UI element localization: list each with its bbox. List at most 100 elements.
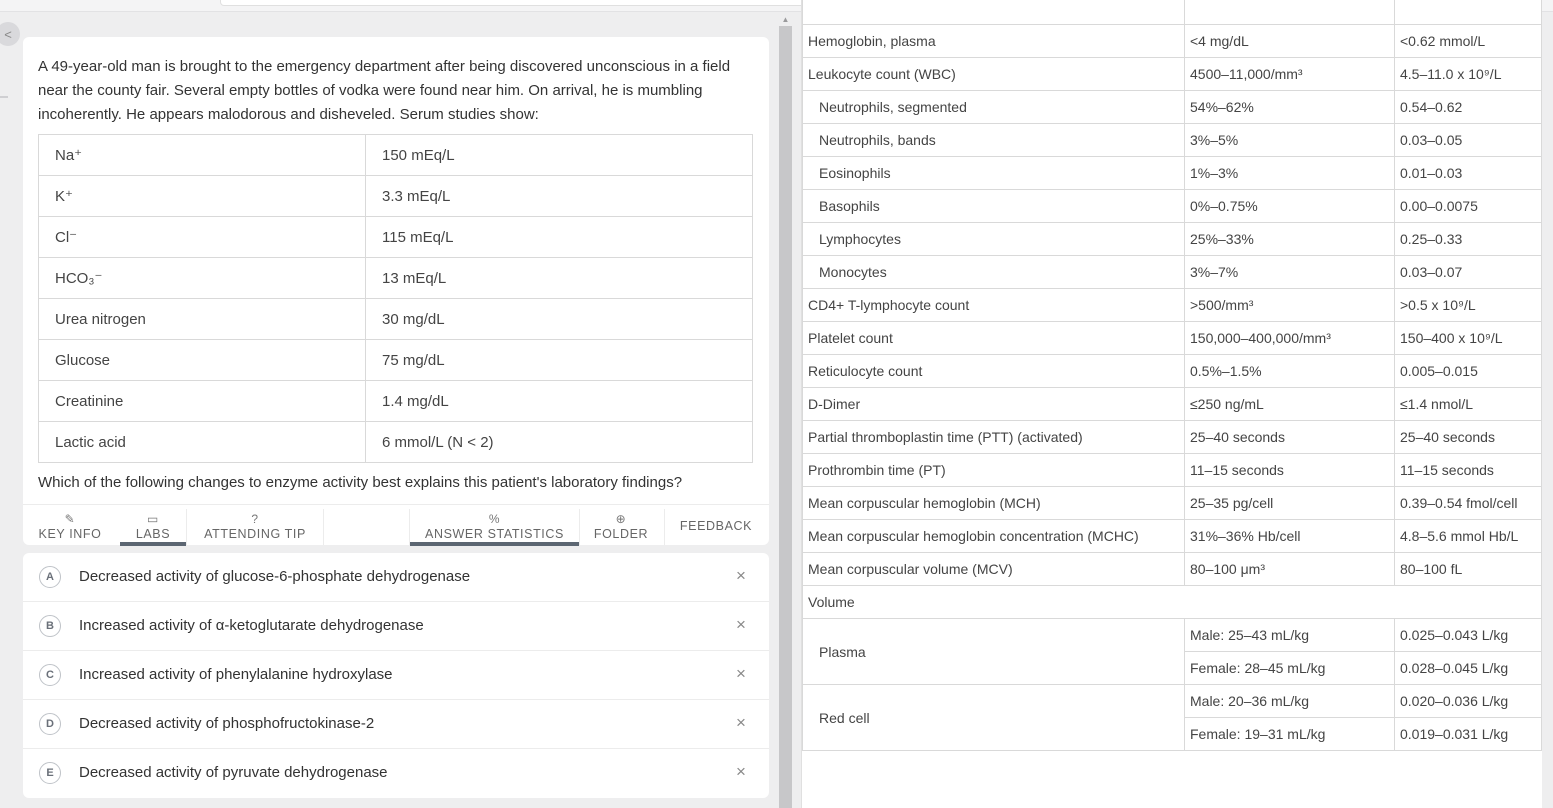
strike-out-icon[interactable]: × <box>736 712 746 734</box>
question-circle-icon: ? <box>251 512 259 526</box>
test-name: Leukocyte count (WBC) <box>802 57 1185 91</box>
table-row: Basophils 0%–0.75% 0.00–0.0075 <box>802 189 1542 223</box>
panel-splitter[interactable] <box>779 18 792 808</box>
lab-value: 1.4 mg/dL <box>365 380 753 422</box>
question-stem: A 49-year-old man is brought to the emer… <box>38 58 731 123</box>
table-row: Reticulocyte count 0.5%–1.5% 0.005–0.015 <box>802 354 1542 388</box>
serum-studies-table: Na⁺ 150 mEq/L K⁺ 3.3 mEq/L Cl⁻ 115 mEq/L HCO₃⁻… <box>38 134 753 463</box>
lab-row: HCO₃⁻ 13 mEq/L <box>38 257 753 299</box>
test-name: Prothrombin time (PT) <box>802 453 1185 487</box>
conventional-range: ≤250 ng/mL <box>1184 387 1395 421</box>
test-name: Lymphocytes <box>802 222 1185 256</box>
feedback-tab[interactable]: FEEDBACK <box>675 505 757 546</box>
test-name: Reticulocyte count <box>802 354 1185 388</box>
answer-choice-e[interactable]: E Decreased activity of pyruvate dehydrog… <box>23 749 769 798</box>
answer-statistics-label: ANSWER STATISTICS <box>425 527 564 541</box>
si-range: 0.005–0.015 <box>1394 354 1542 388</box>
conventional-range: 3%–5% <box>1184 123 1395 157</box>
strike-out-icon[interactable]: × <box>736 663 746 685</box>
lab-name: K⁺ <box>38 175 366 217</box>
section-header: Volume <box>802 585 1542 619</box>
test-name: Mean corpuscular hemoglobin concentratio… <box>802 519 1185 553</box>
test-name: Plasma <box>802 618 1185 685</box>
conventional-range: 54%–62% <box>1184 90 1395 124</box>
test-name: Neutrophils, segmented <box>802 90 1185 124</box>
si-range: 4.8–5.6 mmol Hb/L <box>1394 519 1542 553</box>
si-range: 0.25–0.33 <box>1394 222 1542 256</box>
lab-name: Na⁺ <box>38 134 366 176</box>
attending-tip-tab[interactable]: ? ATTENDING TIP <box>199 505 311 546</box>
answer-text: Decreased activity of phosphofructokinas… <box>79 715 375 732</box>
conventional-range: 25–35 pg/cell <box>1184 486 1395 520</box>
si-range: 0.028–0.045 L/kg <box>1394 651 1542 685</box>
collapse-panel-button[interactable]: < <box>0 22 20 46</box>
answer-letter-badge: D <box>39 713 61 735</box>
conventional-range: 31%–36% Hb/cell <box>1184 519 1395 553</box>
lab-row: Lactic acid 6 mmol/L (N < 2) <box>38 421 753 463</box>
folder-label: FOLDER <box>593 527 649 541</box>
answer-letter-badge: E <box>39 762 61 784</box>
answer-text: Decreased activity of glucose-6-phosphat… <box>79 568 471 585</box>
answer-letter-badge: A <box>39 566 61 588</box>
table-row: Lymphocytes 25%–33% 0.25–0.33 <box>802 222 1542 256</box>
answer-statistics-tab[interactable]: % ANSWER STATISTICS <box>410 505 579 546</box>
test-name: Neutrophils, bands <box>802 123 1185 157</box>
conventional-range: 1%–3% <box>1184 156 1395 190</box>
lab-name: HCO₃⁻ <box>38 257 366 299</box>
scroll-up-arrow-icon[interactable]: ▲ <box>779 14 792 26</box>
table-row: Hemoglobin, plasma <4 mg/dL <0.62 mmol/L <box>802 24 1542 58</box>
lab-row: Urea nitrogen 30 mg/dL <box>38 298 753 340</box>
conventional-range: <4 mg/dL <box>1184 24 1395 58</box>
si-range: 0.025–0.043 L/kg <box>1394 618 1542 652</box>
attending-tip-label: ATTENDING TIP <box>204 527 306 541</box>
test-name: Eosinophils <box>802 156 1185 190</box>
lab-value: 3.3 mEq/L <box>365 175 753 217</box>
conventional-range: 3%–7% <box>1184 255 1395 289</box>
answer-choice-a[interactable]: A Decreased activity of glucose-6-phospha… <box>23 553 769 602</box>
conventional-range: >500/mm³ <box>1184 288 1395 322</box>
lab-name: Creatinine <box>38 380 366 422</box>
answer-choice-d[interactable]: D Decreased activity of phosphofructokina… <box>23 700 769 749</box>
test-name: Partial thromboplastin time (PTT) (activ… <box>802 420 1185 454</box>
clipboard-icon: ▭ <box>147 512 159 526</box>
table-row: Mean corpuscular hemoglobin (MCH) 25–35 p… <box>802 486 1542 520</box>
test-name: Monocytes <box>802 255 1185 289</box>
strike-out-icon[interactable]: × <box>736 565 746 587</box>
strike-out-icon[interactable]: × <box>736 614 746 636</box>
answer-text: Increased activity of α-ketoglutarate de… <box>79 617 424 634</box>
folder-tab[interactable]: ⊕ FOLDER <box>590 505 652 546</box>
answer-choice-b[interactable]: B Increased activity of α-ketoglutarate d… <box>23 602 769 651</box>
answer-choices: A Decreased activity of glucose-6-phospha… <box>23 553 769 798</box>
conventional-range: 150,000–400,000/mm³ <box>1184 321 1395 355</box>
test-name: Red cell <box>802 684 1185 751</box>
strike-out-icon[interactable]: × <box>736 761 746 783</box>
si-range: 0.03–0.07 <box>1394 255 1542 289</box>
lab-row: K⁺ 3.3 mEq/L <box>38 175 753 217</box>
conventional-range: Female: 19–31 mL/kg <box>1184 717 1395 751</box>
labs-tab[interactable]: ▭ LABS <box>120 505 186 546</box>
conventional-range: 25%–33% <box>1184 222 1395 256</box>
table-row: Monocytes 3%–7% 0.03–0.07 <box>802 255 1542 289</box>
lab-value: 115 mEq/L <box>365 216 753 258</box>
conventional-range: Male: 25–43 mL/kg <box>1184 618 1395 652</box>
lab-value: 30 mg/dL <box>365 298 753 340</box>
table-row: Mean corpuscular volume (MCV) 80–100 μm³ 8… <box>802 552 1542 586</box>
si-range: 80–100 fL <box>1394 552 1542 586</box>
key-info-tab[interactable]: ✎ KEY INFO <box>38 505 102 546</box>
answer-choice-c[interactable]: C Increased activity of phenylalanine hyd… <box>23 651 769 700</box>
test-name: Mean corpuscular hemoglobin (MCH) <box>802 486 1185 520</box>
lab-value: 13 mEq/L <box>365 257 753 299</box>
lab-name: Lactic acid <box>38 421 366 463</box>
lab-row: Na⁺ 150 mEq/L <box>38 134 753 176</box>
question-card: A 49-year-old man is brought to the emer… <box>23 37 769 546</box>
conventional-range: 0%–0.75% <box>1184 189 1395 223</box>
table-row: CD4+ T-lymphocyte count >500/mm³ >0.5 x 10… <box>802 288 1542 322</box>
lab-name: Urea nitrogen <box>38 298 366 340</box>
lab-name: Cl⁻ <box>38 216 366 258</box>
lab-value: 75 mg/dL <box>365 339 753 381</box>
test-name: Hemoglobin, plasma <box>802 24 1185 58</box>
table-row: Partial thromboplastin time (PTT) (activ… <box>802 420 1542 454</box>
question-prompt: Which of the following changes to enzyme… <box>38 474 683 491</box>
edge-marker <box>0 96 8 98</box>
si-range: 0.020–0.036 L/kg <box>1394 684 1542 718</box>
